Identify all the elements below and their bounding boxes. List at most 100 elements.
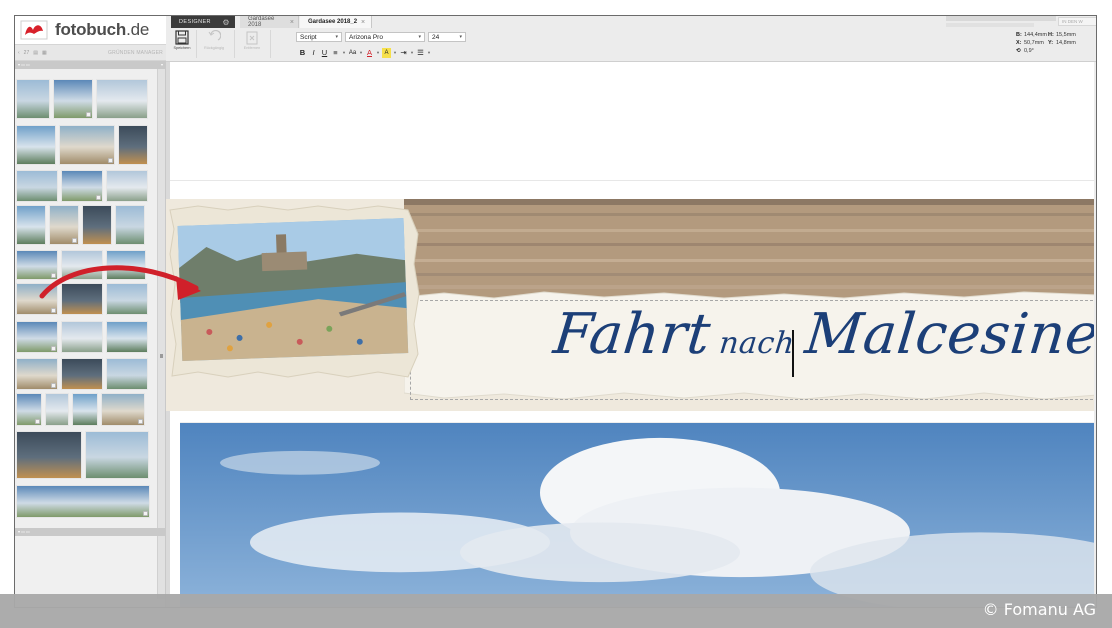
photo-thumbnail[interactable] bbox=[82, 205, 112, 245]
photo-thumbnail[interactable] bbox=[101, 393, 145, 426]
photo-thumbnail[interactable] bbox=[16, 485, 150, 518]
list-button[interactable]: ☰ bbox=[416, 48, 425, 58]
chevron-down-icon[interactable]: ▾ bbox=[376, 48, 380, 58]
sidebar-scrollbar[interactable] bbox=[157, 69, 165, 599]
photo-thumbnail[interactable] bbox=[16, 431, 82, 479]
close-icon[interactable]: × bbox=[290, 19, 294, 26]
photo-thumbnail[interactable] bbox=[16, 358, 58, 390]
document-tab-active[interactable]: Gardasee 2018_2 × bbox=[300, 16, 372, 28]
chevron-down-icon[interactable]: ▾ bbox=[359, 48, 363, 58]
photo-thumbnail[interactable] bbox=[16, 321, 58, 353]
sidebar: fotobuch.de ‹ 27 ▤ ▦ GRÜNDEN MANAGER ▾ ▭… bbox=[15, 16, 166, 607]
credit-bar bbox=[0, 594, 1112, 628]
font-select[interactable]: Arizona Pro ▾ bbox=[345, 32, 425, 42]
photo-thumbnail[interactable] bbox=[16, 170, 58, 202]
y-value[interactable]: 14,8mm bbox=[1056, 40, 1080, 46]
photo-thumbnail[interactable] bbox=[16, 250, 58, 280]
photo-thumbnail[interactable] bbox=[16, 125, 56, 165]
text-type-select[interactable]: Script ▾ bbox=[296, 32, 342, 42]
photo-thumbnail[interactable] bbox=[115, 205, 145, 245]
sidebar-toolbar: ‹ 27 ▤ ▦ GRÜNDEN MANAGER bbox=[15, 44, 166, 61]
chevron-down-icon[interactable]: ▾ bbox=[410, 48, 414, 58]
photo-thumbnail[interactable] bbox=[59, 125, 115, 165]
photo-thumbnail[interactable] bbox=[96, 79, 148, 119]
designer-label: DESIGNER bbox=[179, 19, 211, 25]
scroll-grip[interactable] bbox=[160, 354, 163, 358]
used-badge-icon bbox=[72, 238, 77, 243]
height-label: H: bbox=[1048, 32, 1054, 38]
case-button[interactable]: Aa bbox=[348, 48, 357, 58]
photo-thumbnail[interactable] bbox=[85, 431, 149, 479]
page-nav-prev[interactable]: ‹ bbox=[18, 50, 20, 56]
sort-icon[interactable]: ▦ bbox=[42, 50, 47, 56]
photo-thumbnail[interactable] bbox=[53, 79, 93, 119]
delete-icon bbox=[246, 31, 258, 45]
designer-tab[interactable]: DESIGNER ⚙ bbox=[171, 16, 235, 28]
photos-section-header[interactable]: ▾ ▭ ▭ ▾ bbox=[15, 61, 166, 69]
undo-button[interactable]: Rückgängig bbox=[200, 30, 228, 60]
canvas-scrollbar[interactable] bbox=[1094, 62, 1096, 607]
photo-thumbnail[interactable] bbox=[61, 170, 103, 202]
height-value[interactable]: 15,5mm bbox=[1056, 32, 1080, 38]
collapse-icon[interactable]: ▾ bbox=[161, 61, 163, 69]
photo-thumbnail[interactable] bbox=[16, 283, 58, 315]
screenshot-frame: fotobuch.de ‹ 27 ▤ ▦ GRÜNDEN MANAGER ▾ ▭… bbox=[0, 0, 1112, 628]
photo-thumbnail[interactable] bbox=[61, 321, 103, 353]
chevron-down-icon[interactable]: ▾ bbox=[427, 48, 431, 58]
used-badge-icon bbox=[108, 158, 113, 163]
width-value[interactable]: 144,4mm bbox=[1024, 32, 1048, 38]
photo-thumbnail[interactable] bbox=[106, 321, 148, 353]
rotation-value[interactable]: 0,9° bbox=[1024, 48, 1048, 54]
view-toggle-icon[interactable]: ▤ bbox=[33, 50, 38, 56]
highlight-button[interactable]: A bbox=[382, 47, 391, 58]
view-button[interactable]: IN DEN W bbox=[1058, 17, 1096, 26]
gear-icon[interactable]: ⚙ bbox=[222, 18, 230, 27]
layouts-section-header[interactable]: ▾ ▭ ▭ bbox=[15, 528, 166, 536]
text-color-button[interactable]: A bbox=[365, 48, 374, 58]
document-tab[interactable]: Gardasee 2018 × bbox=[240, 16, 299, 28]
divider bbox=[234, 30, 235, 58]
tab-label: Gardasee 2018 bbox=[248, 16, 275, 28]
photo-thumbnail[interactable] bbox=[16, 393, 42, 426]
page-title-text[interactable]: Fahrt nach Malcesine bbox=[550, 302, 1097, 367]
chevron-down-icon[interactable]: ▾ bbox=[342, 48, 346, 58]
close-icon[interactable]: × bbox=[361, 19, 365, 26]
sky-photo[interactable] bbox=[180, 422, 1097, 608]
chevron-down-icon[interactable]: ▾ bbox=[393, 48, 397, 58]
title-word: Fahrt bbox=[550, 302, 714, 367]
photo-thumbnail[interactable] bbox=[49, 205, 79, 245]
malcesine-photo[interactable] bbox=[168, 204, 420, 379]
indent-button[interactable]: ⇥ bbox=[399, 48, 408, 58]
bold-button[interactable]: B bbox=[298, 48, 307, 58]
manager-button[interactable]: GRÜNDEN MANAGER bbox=[108, 50, 163, 56]
photo-thumbnail[interactable] bbox=[106, 283, 148, 315]
photo-thumbnail[interactable] bbox=[106, 170, 148, 202]
photo-thumbnail[interactable] bbox=[45, 393, 69, 426]
photo-thumbnail[interactable] bbox=[61, 358, 103, 390]
photo-thumbnail[interactable] bbox=[72, 393, 98, 426]
font-size-select[interactable]: 24 ▾ bbox=[428, 32, 466, 42]
rotation-icon: ⟲ bbox=[1016, 48, 1021, 54]
font-size-value: 24 bbox=[432, 33, 440, 41]
align-button[interactable]: ≡ bbox=[331, 48, 340, 58]
design-canvas[interactable]: Fahrt nach Malcesine bbox=[166, 62, 1097, 608]
save-button[interactable]: Speichern bbox=[168, 30, 196, 60]
photo-thumbnail[interactable] bbox=[61, 250, 103, 280]
delete-button[interactable]: Entfernen bbox=[238, 30, 266, 60]
photo-thumbnail[interactable] bbox=[61, 283, 103, 315]
photo-thumbnail[interactable] bbox=[118, 125, 148, 165]
used-badge-icon bbox=[51, 346, 56, 351]
photo-thumbnail[interactable] bbox=[106, 358, 148, 390]
x-value[interactable]: 50,7mm bbox=[1024, 40, 1048, 46]
photo-thumbnail[interactable] bbox=[106, 250, 146, 280]
photo-thumbnail[interactable] bbox=[16, 205, 46, 245]
size-row: B: 144,4mm H: 15,5mm bbox=[1016, 31, 1096, 39]
cardboard-texture bbox=[404, 199, 1096, 299]
chevron-down-icon: ▾ bbox=[459, 34, 462, 40]
x-label: X: bbox=[1016, 40, 1022, 46]
format-toolbar: B I U ≡ ▾ Aa ▾ A ▾ A ▾ ⇥ ▾ ☰ ▾ bbox=[298, 47, 431, 58]
italic-button[interactable]: I bbox=[309, 48, 318, 58]
underline-button[interactable]: U bbox=[320, 48, 329, 58]
photo-thumbnail[interactable] bbox=[16, 79, 50, 119]
title-word: Malcesine bbox=[802, 302, 1097, 367]
